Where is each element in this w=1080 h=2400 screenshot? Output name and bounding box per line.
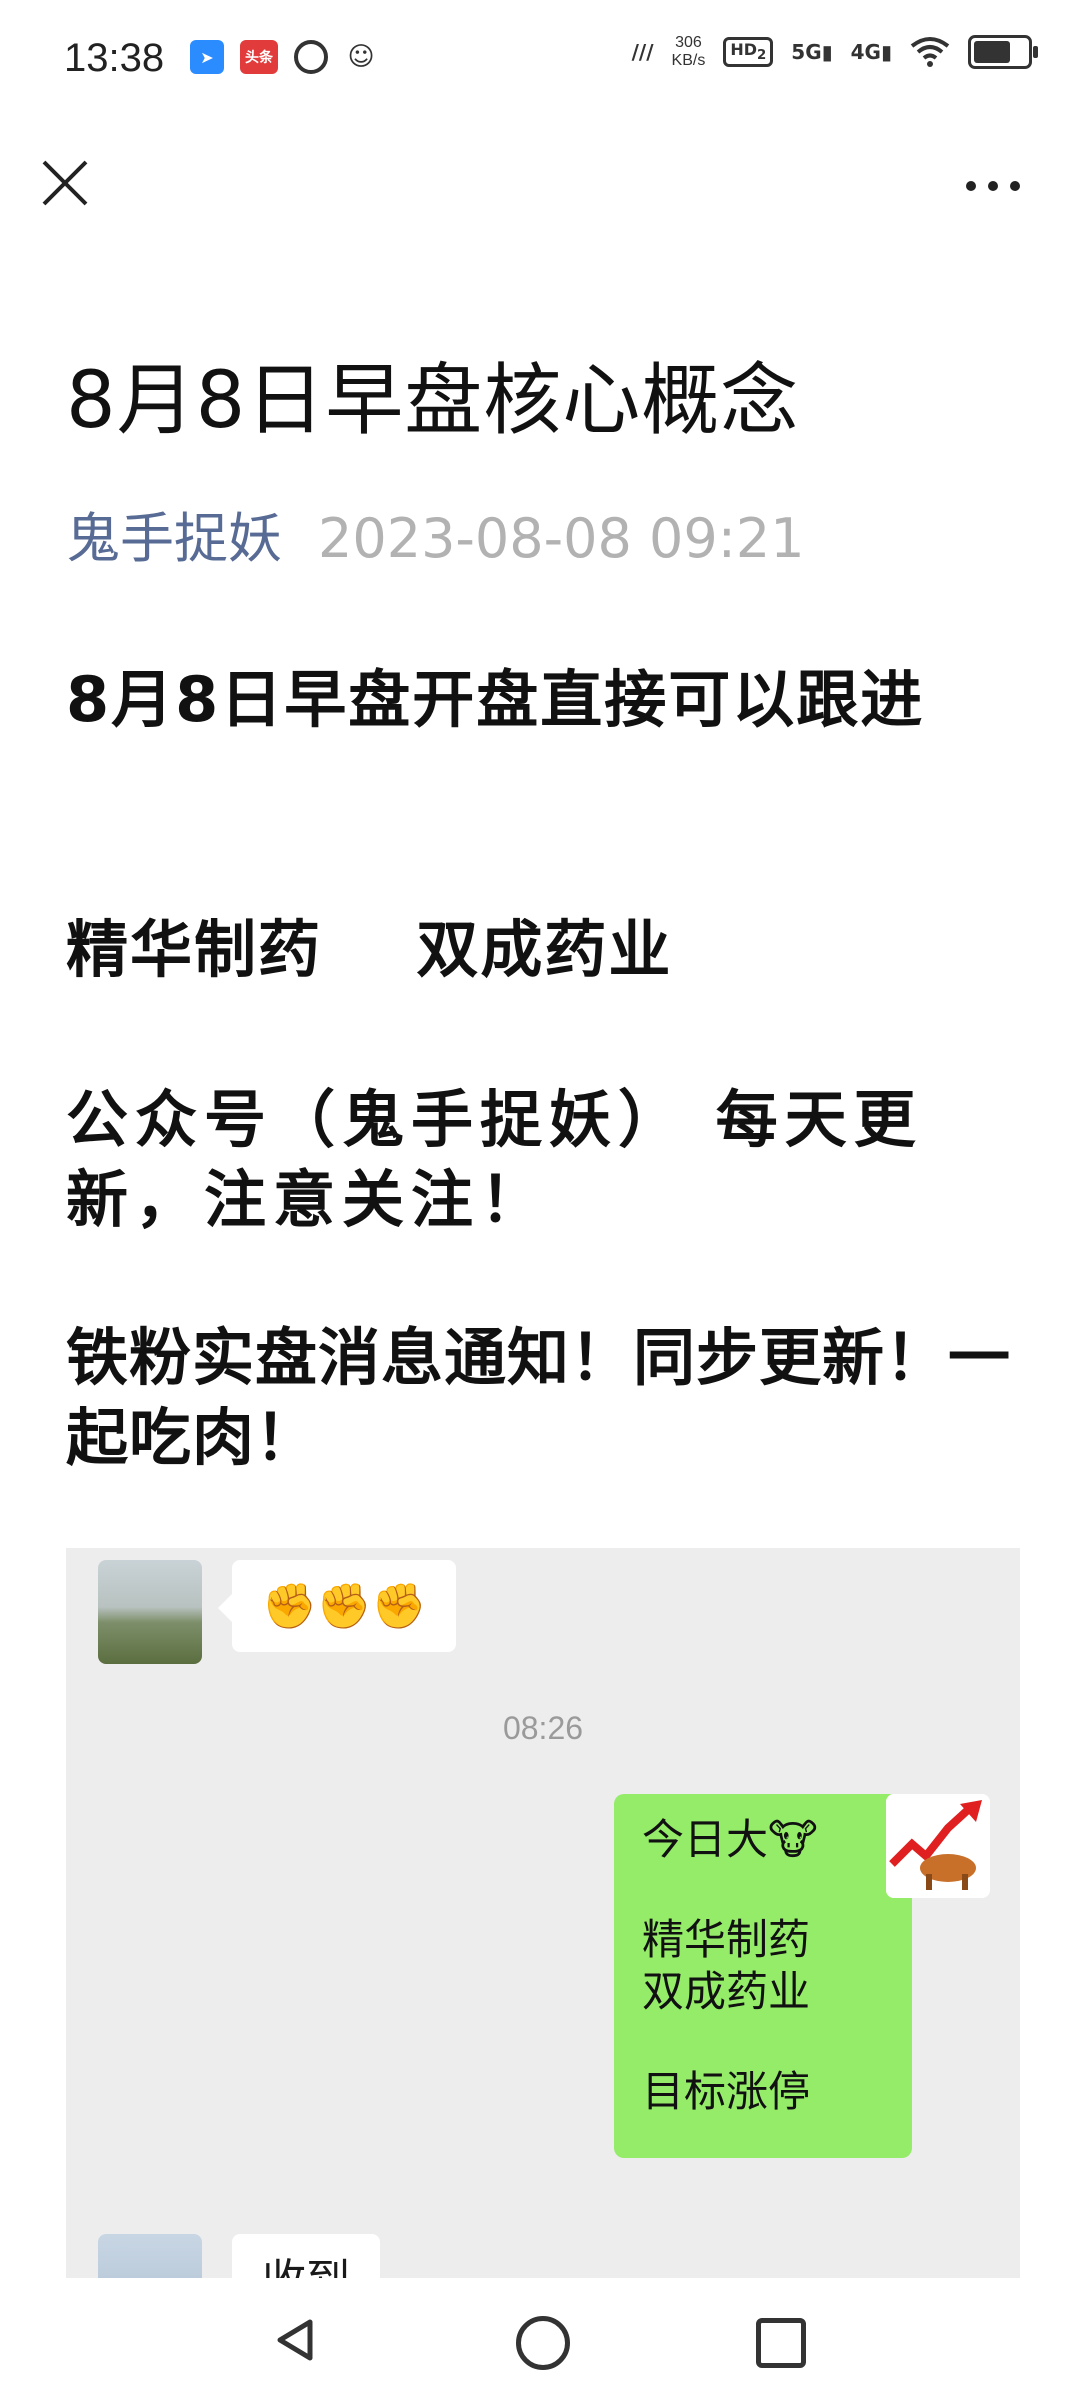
more-dot [966,181,976,191]
signal-icon: /// [631,40,654,64]
chat-line: 目标涨停 [642,2067,811,2116]
chat-line: 精华制药 [642,1915,811,1964]
avatar [98,1560,202,1664]
hd-sub: 2 [757,48,767,64]
system-nav-bar [0,2280,1080,2400]
status-time: 13:38 [64,36,165,80]
status-bar: 13:38 ➤ 头条 ☺ /// 306 KB/s HD2 5G▮ 4G▮ [0,0,1080,120]
chat-line: 今日大🐮 [642,1815,818,1864]
sig-5g-label: 5G [791,40,822,64]
toutiao-icon: 头条 [240,40,278,74]
net-speed: 306 KB/s [672,34,706,70]
home-icon[interactable] [516,2316,570,2370]
author-link[interactable]: 鬼手捉妖 [66,507,282,570]
net-speed-unit: KB/s [671,52,706,69]
more-dot [1010,181,1020,191]
back-icon[interactable] [276,2318,316,2362]
chat-bubble-sent: 今日大🐮 精华制药 双成药业 目标涨停 [614,1794,926,2158]
publish-date: 2023-08-08 09:21 [318,507,805,570]
hd-label: HD [730,40,757,60]
more-dot [988,181,998,191]
notification-icons: ➤ 头条 ☺ [190,40,378,74]
ring-icon [294,40,328,74]
recents-icon[interactable] [756,2318,806,2368]
paragraph: 铁粉实盘消息通知！同步更新！一起吃肉！ [66,1321,1012,1474]
chat-line: 双成药业 [642,1967,811,2016]
avatar [98,2234,202,2278]
wifi-icon [910,37,950,67]
article-meta: 鬼手捉妖 2023-08-08 09:21 [66,494,805,573]
system-indicators: /// 306 KB/s HD2 5G▮ 4G▮ [631,34,1038,70]
paragraph: 公众号（鬼手捉妖） 每天更新，注意关注！ [66,1083,923,1236]
face-icon: ☺ [347,42,375,72]
more-icon[interactable] [958,166,1028,206]
signal-5g-icon: 5G▮ [791,40,833,64]
chat-timestamp: 08:26 [502,1710,584,1746]
signal-4g-icon: 4G▮ [850,40,892,64]
chat-bubble-received: 收到 [232,2234,380,2278]
hd-icon: HD2 [723,37,774,67]
paragraph: 精华制药 双成药业 [66,913,673,986]
net-speed-value: 306 [675,34,702,51]
bull-avatar-icon [886,1794,990,1898]
article-title: 8月8日早盘核心概念 [66,356,800,446]
battery-icon [968,35,1038,69]
close-icon[interactable] [38,156,92,210]
send-icon: ➤ [190,40,224,74]
chat-bubble-received: ✊✊✊ [217,1560,457,1652]
paragraph: 8月8日早盘开盘直接可以跟进 [66,663,925,736]
sig-4g-label: 4G [850,40,881,64]
chat-screenshot-image[interactable]: ✊✊✊ 08:26 今日大🐮 精华制药 双成药业 目标涨停 收到 [66,1548,1020,2278]
